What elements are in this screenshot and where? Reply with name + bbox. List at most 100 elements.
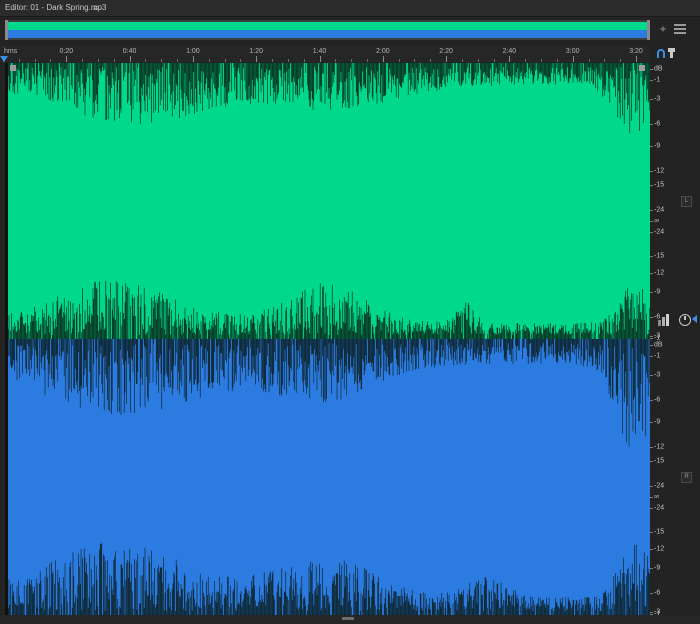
- time-ruler-tick-mark: [272, 59, 274, 62]
- scrollbar-grip[interactable]: [342, 617, 354, 620]
- time-ruler-tick-mark: [509, 56, 511, 62]
- db-scale-tick: [650, 422, 653, 424]
- time-ruler-tick-mark: [34, 59, 36, 62]
- time-ruler-tick-label: 1:40: [312, 48, 327, 55]
- overview-left-channel: [7, 22, 648, 30]
- db-scale-tick: [650, 446, 653, 448]
- db-scale-label: ∞: [654, 493, 659, 501]
- waveform-fill: [5, 63, 650, 339]
- db-scale-label: -3: [654, 95, 661, 103]
- time-ruler-tick-mark: [351, 59, 353, 62]
- playhead-marker[interactable]: [0, 56, 8, 62]
- time-ruler-tick-mark: [588, 59, 590, 62]
- time-ruler-tick-mark: [620, 59, 622, 62]
- time-ruler-tick-mark: [97, 59, 99, 62]
- time-ruler-tick-mark: [335, 59, 337, 62]
- db-scale-tick: [650, 209, 653, 211]
- db-scale-tick: [650, 79, 653, 81]
- fade-in-handle[interactable]: [10, 65, 16, 71]
- db-scale-label: ∞: [654, 217, 659, 225]
- time-ruler-tick-mark: [208, 59, 210, 62]
- left-channel-toggle[interactable]: L: [681, 196, 692, 207]
- time-ruler-tick-label: 3:00: [565, 48, 580, 55]
- db-scale-label: -24: [654, 206, 665, 214]
- time-ruler-tick-mark: [82, 59, 84, 62]
- db-scale-label: -1: [654, 76, 661, 84]
- vertical-zoom-icon[interactable]: [658, 314, 676, 326]
- snap-icon[interactable]: [657, 49, 665, 58]
- panel-menu-icon[interactable]: [674, 24, 686, 36]
- time-ruler-tick-mark: [50, 59, 52, 62]
- db-scale-label: -1: [654, 352, 661, 360]
- db-scale-label: -6: [654, 396, 661, 404]
- pin-icon[interactable]: [668, 48, 675, 58]
- db-scale-label: -12: [654, 167, 665, 175]
- waveform-area[interactable]: [5, 63, 650, 615]
- time-ruler-tick-mark: [461, 59, 463, 62]
- db-scale-label: -6: [654, 120, 661, 128]
- time-ruler-tick-mark: [541, 59, 543, 62]
- time-ruler-tick-mark: [525, 59, 527, 62]
- overview-waveform[interactable]: [5, 20, 650, 40]
- time-ruler-tick-label: 1:00: [186, 48, 200, 55]
- db-scale-label: -9: [654, 142, 661, 150]
- db-scale-label: -12: [654, 443, 665, 451]
- db-scale-tick: [650, 184, 653, 186]
- hamburger-icon[interactable]: ≡: [93, 0, 98, 16]
- db-scale-label: -9: [654, 564, 661, 572]
- db-scale-label: -15: [654, 457, 665, 465]
- db-scale-tick: [650, 273, 653, 274]
- db-scale-label: -9: [654, 288, 661, 296]
- db-scale-tick: [650, 355, 653, 357]
- db-scale-tick: [650, 99, 653, 101]
- db-scale-tick: [650, 68, 653, 70]
- waveform-left-edge: [5, 339, 8, 615]
- db-scale-tick: [650, 593, 653, 595]
- db-scale-label: -12: [654, 269, 665, 277]
- db-scale-tick: [650, 344, 653, 346]
- time-ruler-tick-mark: [240, 59, 242, 62]
- time-ruler-tick-mark: [414, 59, 416, 62]
- fade-out-handle[interactable]: [639, 65, 645, 71]
- time-ruler-tick-mark: [287, 59, 289, 62]
- db-scale-label: dB: [654, 65, 663, 73]
- time-ruler-tick-label: 0:20: [59, 48, 74, 55]
- db-scale-tick: [650, 568, 653, 570]
- time-ruler-tick-mark: [477, 59, 479, 62]
- time-ruler-tick-mark: [192, 56, 194, 62]
- zoom-icon[interactable]: ✦: [657, 24, 669, 36]
- db-scale-label: -15: [654, 528, 665, 536]
- right-channel-toggle[interactable]: R: [681, 472, 692, 483]
- time-ruler-tick-mark: [161, 59, 163, 62]
- db-scale-label: dB: [654, 341, 663, 349]
- db-scale-tick: [650, 317, 653, 319]
- time-ruler-unit: hms: [4, 48, 18, 55]
- db-scale-tick: [650, 292, 653, 294]
- panel-collapse-arrow-icon[interactable]: [692, 315, 697, 323]
- db-scale-label: -9: [654, 418, 661, 426]
- time-ruler-tick-mark: [366, 59, 368, 62]
- db-scale-tick: [650, 460, 653, 462]
- time-ruler-tick-mark: [319, 56, 321, 62]
- time-ruler[interactable]: hms 0:20 0:40 1:00 1:20 1:40 2:00 2:20 2:40 3:00…: [0, 46, 650, 62]
- left-channel-waveform[interactable]: [5, 63, 650, 339]
- db-scale-tick: [650, 170, 653, 172]
- time-ruler-tick-mark: [398, 59, 400, 62]
- editor-title-bar: Editor: 01 - Dark Spring.mp3 ≡: [0, 0, 700, 17]
- db-scale-tick: [650, 231, 653, 233]
- time-ruler-tick-label: 2:20: [439, 48, 453, 55]
- right-db-scale: dB -1 -3 -6 -9 -12 -15 -24 ∞ -24 -15 -12 -9 -6 -3 -1: [650, 339, 678, 618]
- time-ruler-tick-mark: [556, 59, 558, 62]
- time-ruler-tick-mark: [604, 59, 606, 62]
- waveform-left-edge: [5, 63, 8, 339]
- db-scale-tick: [650, 485, 653, 487]
- time-ruler-tick-mark: [66, 56, 68, 62]
- time-ruler-tick-label: 0:40: [122, 48, 137, 55]
- time-ruler-tick-mark: [113, 59, 115, 62]
- clock-icon[interactable]: [679, 314, 691, 326]
- db-scale-tick: [650, 146, 653, 148]
- right-channel-waveform[interactable]: [5, 339, 650, 615]
- db-scale-label: -24: [654, 504, 665, 512]
- time-ruler-tick-label: 2:40: [502, 48, 517, 55]
- time-ruler-tick-mark: [145, 59, 147, 62]
